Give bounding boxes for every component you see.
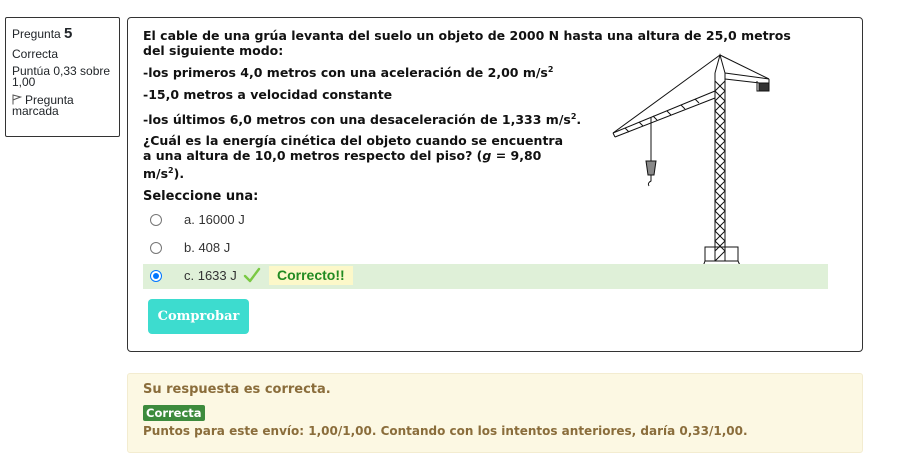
question-line-3: -los últimos 6,0 metros con una desacele… (143, 112, 582, 128)
answer-radio-b[interactable] (150, 242, 162, 254)
outcome-panel: Su respuesta es correcta. Correcta Punto… (127, 373, 863, 453)
answer-label-a[interactable]: a. 16000 J (184, 212, 245, 227)
question-formulation: El cable de una grúa levanta del suelo u… (127, 17, 863, 352)
points-text: Puntos para este envío: 1,00/1,00. Conta… (143, 424, 748, 438)
question-grade: Puntúa 0,33 sobre 1,00 (12, 64, 111, 89)
status-badge: Correcta (143, 405, 205, 421)
question-info: Pregunta 5 Correcta Puntúa 0,33 sobre 1,… (5, 17, 120, 137)
flag-question-toggle[interactable]: Pregunta marcada (12, 94, 113, 117)
select-prompt: Seleccione una: (143, 189, 259, 204)
question-ask: ¿Cuál es la energía cinética del objeto … (143, 133, 564, 182)
answer-radio-c[interactable] (150, 270, 162, 282)
answer-label-b[interactable]: b. 408 J (184, 240, 230, 255)
answer-option-a[interactable]: a. 16000 J (143, 208, 828, 233)
answer-option-b[interactable]: b. 408 J (143, 236, 828, 261)
answer-radio-a[interactable] (150, 214, 162, 226)
inline-feedback: Correcto!! (269, 266, 353, 285)
question-number: Pregunta 5 (12, 25, 73, 42)
answer-option-c[interactable]: c. 1633 J Correcto!! (143, 264, 828, 289)
answer-label-c[interactable]: c. 1633 J (184, 268, 237, 283)
check-button[interactable]: Comprobar (148, 299, 249, 334)
response-feedback: Su respuesta es correcta. (143, 382, 331, 397)
question-state: Correcta (12, 47, 59, 61)
check-icon (243, 267, 261, 283)
question-line-1: -los primeros 4,0 metros con una acelera… (143, 65, 554, 81)
